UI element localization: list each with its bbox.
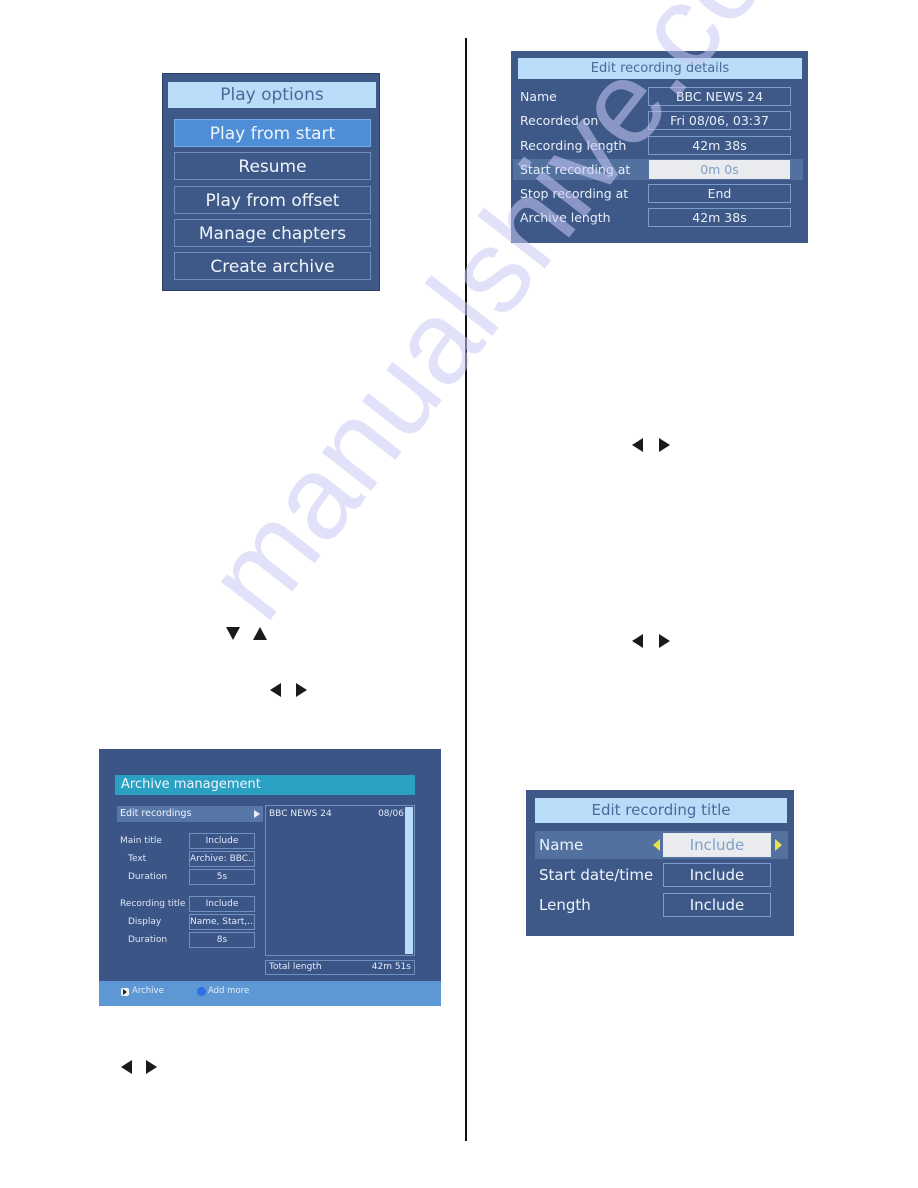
row-label: Archive length (520, 210, 611, 225)
detail-row-start-recording-at[interactable]: Start recording at 0m 0s (513, 159, 803, 180)
recorded-on-field[interactable]: Fri 08/06, 03:37 (648, 111, 791, 130)
play-from-start-button[interactable]: Play from start (174, 119, 371, 147)
row-label: Start recording at (520, 162, 631, 177)
list-item[interactable]: BBC NEWS 24 08/06 (269, 808, 404, 821)
play-key-icon (121, 988, 129, 996)
row-label: Name (539, 836, 584, 854)
main-duration-field[interactable]: 5s (189, 869, 255, 885)
main-title-field[interactable]: Include (189, 833, 255, 849)
archive-management-header: Archive management (115, 775, 415, 795)
chevron-right-icon (254, 810, 260, 818)
display-field[interactable]: Name, Start,... (189, 914, 255, 930)
arrow-right-icon (659, 634, 670, 648)
recordings-list: BBC NEWS 24 08/06 (265, 805, 415, 956)
create-archive-button[interactable]: Create archive (174, 252, 371, 280)
name-include-field[interactable]: Include (663, 833, 771, 857)
text-label: Text (128, 854, 147, 864)
archive-hint[interactable]: Archive (132, 984, 164, 998)
arrow-right-icon[interactable] (775, 839, 782, 851)
archive-management-title: Archive management (121, 777, 261, 792)
row-label: Name (520, 89, 557, 104)
arrow-left-icon (632, 438, 643, 452)
stop-recording-at-field[interactable]: End (648, 184, 791, 203)
blue-key-icon (197, 987, 206, 996)
detail-row-name[interactable]: Name BBC NEWS 24 (511, 86, 808, 107)
scrollbar[interactable] (405, 807, 413, 954)
play-options-menu: Play options Play from start Resume Play… (162, 73, 380, 291)
arrow-left-icon (270, 683, 281, 697)
edit-recordings-label: Edit recordings (120, 808, 192, 819)
title-row-start-date-time[interactable]: Start date/time Include (526, 861, 794, 889)
edit-recording-details-panel: Edit recording details Name BBC NEWS 24 … (511, 51, 808, 243)
display-label: Display (128, 917, 162, 927)
edit-recording-title-panel: Edit recording title Name Include Start … (526, 790, 794, 936)
total-length-value: 42m 51s (371, 962, 411, 972)
edit-recordings-button[interactable]: Edit recordings (117, 806, 263, 822)
recording-date: 08/06 (378, 809, 404, 819)
recording-duration-field[interactable]: 8s (189, 932, 255, 948)
row-label: Stop recording at (520, 186, 629, 201)
name-field[interactable]: BBC NEWS 24 (648, 87, 791, 106)
recording-title-label: Recording title (120, 899, 186, 909)
title-row-length[interactable]: Length Include (526, 891, 794, 919)
start-recording-at-field[interactable]: 0m 0s (649, 160, 790, 179)
arrow-up-icon (253, 627, 267, 640)
arrow-left-icon (121, 1060, 132, 1074)
arrow-right-icon (146, 1060, 157, 1074)
title-row-name[interactable]: Name Include (535, 831, 788, 859)
arrow-down-icon (226, 627, 240, 640)
archive-length-field[interactable]: 42m 38s (648, 208, 791, 227)
footer-bar: Archive Add more (99, 981, 441, 1006)
play-from-offset-button[interactable]: Play from offset (174, 186, 371, 214)
resume-button[interactable]: Resume (174, 152, 371, 180)
main-title-label: Main title (120, 836, 162, 846)
recording-name: BBC NEWS 24 (269, 809, 332, 819)
edit-recording-title-title: Edit recording title (535, 798, 787, 823)
start-date-time-field[interactable]: Include (663, 863, 771, 887)
edit-recording-details-title: Edit recording details (518, 58, 802, 79)
add-more-hint[interactable]: Add more (208, 984, 249, 998)
arrow-right-icon (659, 438, 670, 452)
arrow-left-icon[interactable] (653, 839, 660, 851)
text-field[interactable]: Archive: BBC... (189, 851, 255, 867)
column-divider (465, 38, 467, 1141)
row-label: Start date/time (539, 866, 654, 884)
detail-row-recording-length[interactable]: Recording length 42m 38s (511, 135, 808, 156)
detail-row-archive-length[interactable]: Archive length 42m 38s (511, 207, 808, 228)
row-label: Recorded on (520, 113, 599, 128)
row-label: Recording length (520, 138, 627, 153)
play-options-title: Play options (168, 82, 376, 108)
recording-title-field[interactable]: Include (189, 896, 255, 912)
arrow-left-icon (632, 634, 643, 648)
main-duration-label: Duration (128, 872, 168, 882)
row-label: Length (539, 896, 591, 914)
total-length-label: Total length (269, 962, 322, 972)
arrow-right-icon (296, 683, 307, 697)
total-length: Total length 42m 51s (265, 960, 415, 975)
detail-row-stop-recording-at[interactable]: Stop recording at End (511, 183, 808, 204)
recording-duration-label: Duration (128, 935, 168, 945)
archive-management-screen: Archive management Edit recordings Main … (99, 749, 441, 1006)
length-field[interactable]: Include (663, 893, 771, 917)
recording-length-field[interactable]: 42m 38s (648, 136, 791, 155)
manage-chapters-button[interactable]: Manage chapters (174, 219, 371, 247)
detail-row-recorded-on[interactable]: Recorded on Fri 08/06, 03:37 (511, 110, 808, 131)
